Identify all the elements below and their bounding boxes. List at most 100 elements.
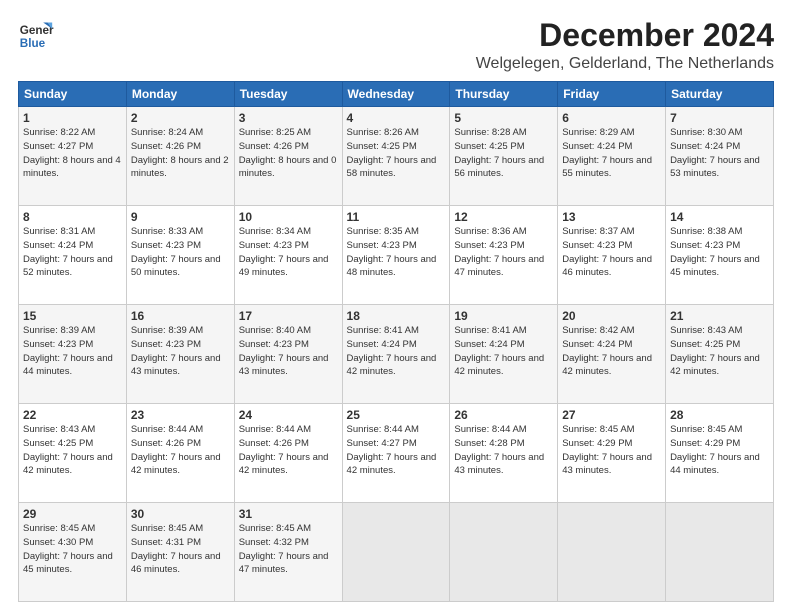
day-info: Sunrise: 8:26 AM Sunset: 4:25 PM Dayligh…: [347, 126, 446, 181]
col-saturday: Saturday: [666, 82, 774, 107]
daylight-label: Daylight: 7 hours and 42 minutes.: [562, 353, 652, 378]
sunrise-label: Sunrise: 8:33 AM: [131, 226, 203, 237]
sunset-label: Sunset: 4:23 PM: [347, 240, 417, 251]
calendar-day: 8 Sunrise: 8:31 AM Sunset: 4:24 PM Dayli…: [19, 206, 127, 305]
day-number: 7: [670, 111, 769, 125]
calendar-day: 25 Sunrise: 8:44 AM Sunset: 4:27 PM Dayl…: [342, 404, 450, 503]
daylight-label: Daylight: 7 hours and 45 minutes.: [670, 254, 760, 279]
sunrise-label: Sunrise: 8:43 AM: [670, 325, 742, 336]
day-info: Sunrise: 8:45 AM Sunset: 4:29 PM Dayligh…: [562, 423, 661, 478]
sunset-label: Sunset: 4:23 PM: [454, 240, 524, 251]
calendar-day: 29 Sunrise: 8:45 AM Sunset: 4:30 PM Dayl…: [19, 503, 127, 602]
sunrise-label: Sunrise: 8:44 AM: [347, 424, 419, 435]
day-number: 28: [670, 408, 769, 422]
page: General Blue December 2024 Welgelegen, G…: [0, 0, 792, 612]
sunrise-label: Sunrise: 8:36 AM: [454, 226, 526, 237]
daylight-label: Daylight: 7 hours and 52 minutes.: [23, 254, 113, 279]
day-info: Sunrise: 8:36 AM Sunset: 4:23 PM Dayligh…: [454, 225, 553, 280]
calendar-day: 13 Sunrise: 8:37 AM Sunset: 4:23 PM Dayl…: [558, 206, 666, 305]
sunrise-label: Sunrise: 8:26 AM: [347, 127, 419, 138]
sunrise-label: Sunrise: 8:44 AM: [239, 424, 311, 435]
calendar-day: 30 Sunrise: 8:45 AM Sunset: 4:31 PM Dayl…: [126, 503, 234, 602]
calendar-day: 23 Sunrise: 8:44 AM Sunset: 4:26 PM Dayl…: [126, 404, 234, 503]
day-number: 16: [131, 309, 230, 323]
day-number: 2: [131, 111, 230, 125]
sunrise-label: Sunrise: 8:31 AM: [23, 226, 95, 237]
calendar-day: [558, 503, 666, 602]
calendar-day: 24 Sunrise: 8:44 AM Sunset: 4:26 PM Dayl…: [234, 404, 342, 503]
sunset-label: Sunset: 4:29 PM: [670, 438, 740, 449]
daylight-label: Daylight: 8 hours and 2 minutes.: [131, 155, 229, 180]
sunrise-label: Sunrise: 8:45 AM: [131, 523, 203, 534]
day-number: 11: [347, 210, 446, 224]
calendar-day: 22 Sunrise: 8:43 AM Sunset: 4:25 PM Dayl…: [19, 404, 127, 503]
calendar-week-1: 1 Sunrise: 8:22 AM Sunset: 4:27 PM Dayli…: [19, 107, 774, 206]
daylight-label: Daylight: 8 hours and 0 minutes.: [239, 155, 337, 180]
day-number: 6: [562, 111, 661, 125]
day-number: 8: [23, 210, 122, 224]
daylight-label: Daylight: 7 hours and 48 minutes.: [347, 254, 437, 279]
calendar-day: 31 Sunrise: 8:45 AM Sunset: 4:32 PM Dayl…: [234, 503, 342, 602]
calendar-day: [450, 503, 558, 602]
day-info: Sunrise: 8:38 AM Sunset: 4:23 PM Dayligh…: [670, 225, 769, 280]
day-info: Sunrise: 8:40 AM Sunset: 4:23 PM Dayligh…: [239, 324, 338, 379]
daylight-label: Daylight: 7 hours and 53 minutes.: [670, 155, 760, 180]
day-number: 17: [239, 309, 338, 323]
sunrise-label: Sunrise: 8:28 AM: [454, 127, 526, 138]
daylight-label: Daylight: 7 hours and 42 minutes.: [239, 452, 329, 477]
day-info: Sunrise: 8:37 AM Sunset: 4:23 PM Dayligh…: [562, 225, 661, 280]
day-info: Sunrise: 8:41 AM Sunset: 4:24 PM Dayligh…: [454, 324, 553, 379]
daylight-label: Daylight: 7 hours and 44 minutes.: [670, 452, 760, 477]
calendar-day: [666, 503, 774, 602]
calendar-day: 26 Sunrise: 8:44 AM Sunset: 4:28 PM Dayl…: [450, 404, 558, 503]
day-number: 19: [454, 309, 553, 323]
sunrise-label: Sunrise: 8:45 AM: [562, 424, 634, 435]
daylight-label: Daylight: 7 hours and 46 minutes.: [562, 254, 652, 279]
daylight-label: Daylight: 7 hours and 43 minutes.: [454, 452, 544, 477]
sunset-label: Sunset: 4:28 PM: [454, 438, 524, 449]
day-number: 4: [347, 111, 446, 125]
daylight-label: Daylight: 7 hours and 47 minutes.: [454, 254, 544, 279]
day-info: Sunrise: 8:34 AM Sunset: 4:23 PM Dayligh…: [239, 225, 338, 280]
day-info: Sunrise: 8:22 AM Sunset: 4:27 PM Dayligh…: [23, 126, 122, 181]
day-info: Sunrise: 8:29 AM Sunset: 4:24 PM Dayligh…: [562, 126, 661, 181]
sunrise-label: Sunrise: 8:45 AM: [670, 424, 742, 435]
calendar-day: 2 Sunrise: 8:24 AM Sunset: 4:26 PM Dayli…: [126, 107, 234, 206]
daylight-label: Daylight: 7 hours and 43 minutes.: [562, 452, 652, 477]
sunset-label: Sunset: 4:24 PM: [670, 141, 740, 152]
calendar-day: 28 Sunrise: 8:45 AM Sunset: 4:29 PM Dayl…: [666, 404, 774, 503]
daylight-label: Daylight: 7 hours and 42 minutes.: [670, 353, 760, 378]
day-number: 22: [23, 408, 122, 422]
sunset-label: Sunset: 4:23 PM: [131, 240, 201, 251]
svg-text:Blue: Blue: [20, 37, 46, 50]
day-number: 14: [670, 210, 769, 224]
daylight-label: Daylight: 7 hours and 49 minutes.: [239, 254, 329, 279]
sunrise-label: Sunrise: 8:41 AM: [454, 325, 526, 336]
sunrise-label: Sunrise: 8:41 AM: [347, 325, 419, 336]
sunrise-label: Sunrise: 8:22 AM: [23, 127, 95, 138]
calendar-day: 4 Sunrise: 8:26 AM Sunset: 4:25 PM Dayli…: [342, 107, 450, 206]
day-info: Sunrise: 8:24 AM Sunset: 4:26 PM Dayligh…: [131, 126, 230, 181]
title-block: December 2024 Welgelegen, Gelderland, Th…: [476, 18, 774, 73]
sunset-label: Sunset: 4:25 PM: [670, 339, 740, 350]
calendar-day: 15 Sunrise: 8:39 AM Sunset: 4:23 PM Dayl…: [19, 305, 127, 404]
sunset-label: Sunset: 4:26 PM: [239, 141, 309, 152]
day-number: 1: [23, 111, 122, 125]
col-monday: Monday: [126, 82, 234, 107]
daylight-label: Daylight: 7 hours and 42 minutes.: [23, 452, 113, 477]
sunrise-label: Sunrise: 8:38 AM: [670, 226, 742, 237]
sunset-label: Sunset: 4:24 PM: [454, 339, 524, 350]
day-info: Sunrise: 8:44 AM Sunset: 4:27 PM Dayligh…: [347, 423, 446, 478]
sunset-label: Sunset: 4:30 PM: [23, 537, 93, 548]
day-number: 12: [454, 210, 553, 224]
sunset-label: Sunset: 4:26 PM: [239, 438, 309, 449]
day-info: Sunrise: 8:41 AM Sunset: 4:24 PM Dayligh…: [347, 324, 446, 379]
day-info: Sunrise: 8:42 AM Sunset: 4:24 PM Dayligh…: [562, 324, 661, 379]
day-info: Sunrise: 8:30 AM Sunset: 4:24 PM Dayligh…: [670, 126, 769, 181]
day-number: 3: [239, 111, 338, 125]
sunset-label: Sunset: 4:25 PM: [347, 141, 417, 152]
sunset-label: Sunset: 4:24 PM: [23, 240, 93, 251]
day-info: Sunrise: 8:45 AM Sunset: 4:30 PM Dayligh…: [23, 522, 122, 577]
day-number: 21: [670, 309, 769, 323]
day-number: 31: [239, 507, 338, 521]
